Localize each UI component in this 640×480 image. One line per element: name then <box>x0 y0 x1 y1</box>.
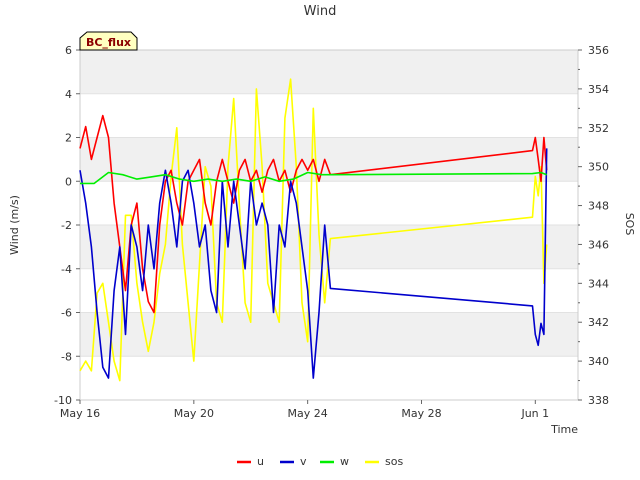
y-tick-label-right: 338 <box>588 394 609 407</box>
y-axis-label-right: SOS <box>623 213 636 236</box>
y-tick-label-right: 350 <box>588 161 609 174</box>
x-tick-label: May 20 <box>174 407 214 420</box>
x-tick-label: May 28 <box>401 407 441 420</box>
y-tick-label-right: 356 <box>588 44 609 57</box>
y-tick-label-left: 6 <box>65 44 72 57</box>
badge: BC_flux <box>79 31 138 51</box>
x-tick-label: Jun 1 <box>520 407 549 420</box>
y-tick-label-left: 4 <box>65 88 72 101</box>
legend-label-sos: sos <box>385 455 403 468</box>
y-tick-label-left: -10 <box>54 394 72 407</box>
y-tick-label-right: 340 <box>588 355 609 368</box>
y-tick-label-left: -2 <box>61 219 72 232</box>
y-tick-label-right: 342 <box>588 316 609 329</box>
legend-label-u: u <box>257 455 264 468</box>
grid-band <box>80 50 578 94</box>
x-tick-label: May 24 <box>288 407 328 420</box>
y-tick-label-left: 0 <box>65 175 72 188</box>
y-tick-label-right: 354 <box>588 83 609 96</box>
badge-label: BC_flux <box>86 36 131 49</box>
legend-label-w: w <box>340 455 349 468</box>
x-tick-label: May 16 <box>60 407 100 420</box>
chart: -10 -8 -6 -4 -2 0 2 4 6 338 340 342 344 346 348 350 352 3… <box>0 0 640 480</box>
y-tick-label-right: 344 <box>588 277 609 290</box>
y-tick-label-right: 346 <box>588 238 609 251</box>
y-tick-label-left: -6 <box>61 307 72 320</box>
y-tick-label-left: -4 <box>61 263 72 276</box>
chart-title: Wind <box>304 4 337 19</box>
y-tick-label-right: 352 <box>588 122 609 135</box>
legend-label-v: v <box>300 455 307 468</box>
y-tick-label-left: -8 <box>61 350 72 363</box>
x-axis-label: Time <box>550 423 578 436</box>
y-axis-label-left: Wind (m/s) <box>8 195 21 255</box>
y-tick-label-right: 348 <box>588 200 609 213</box>
y-tick-label-left: 2 <box>65 132 72 145</box>
